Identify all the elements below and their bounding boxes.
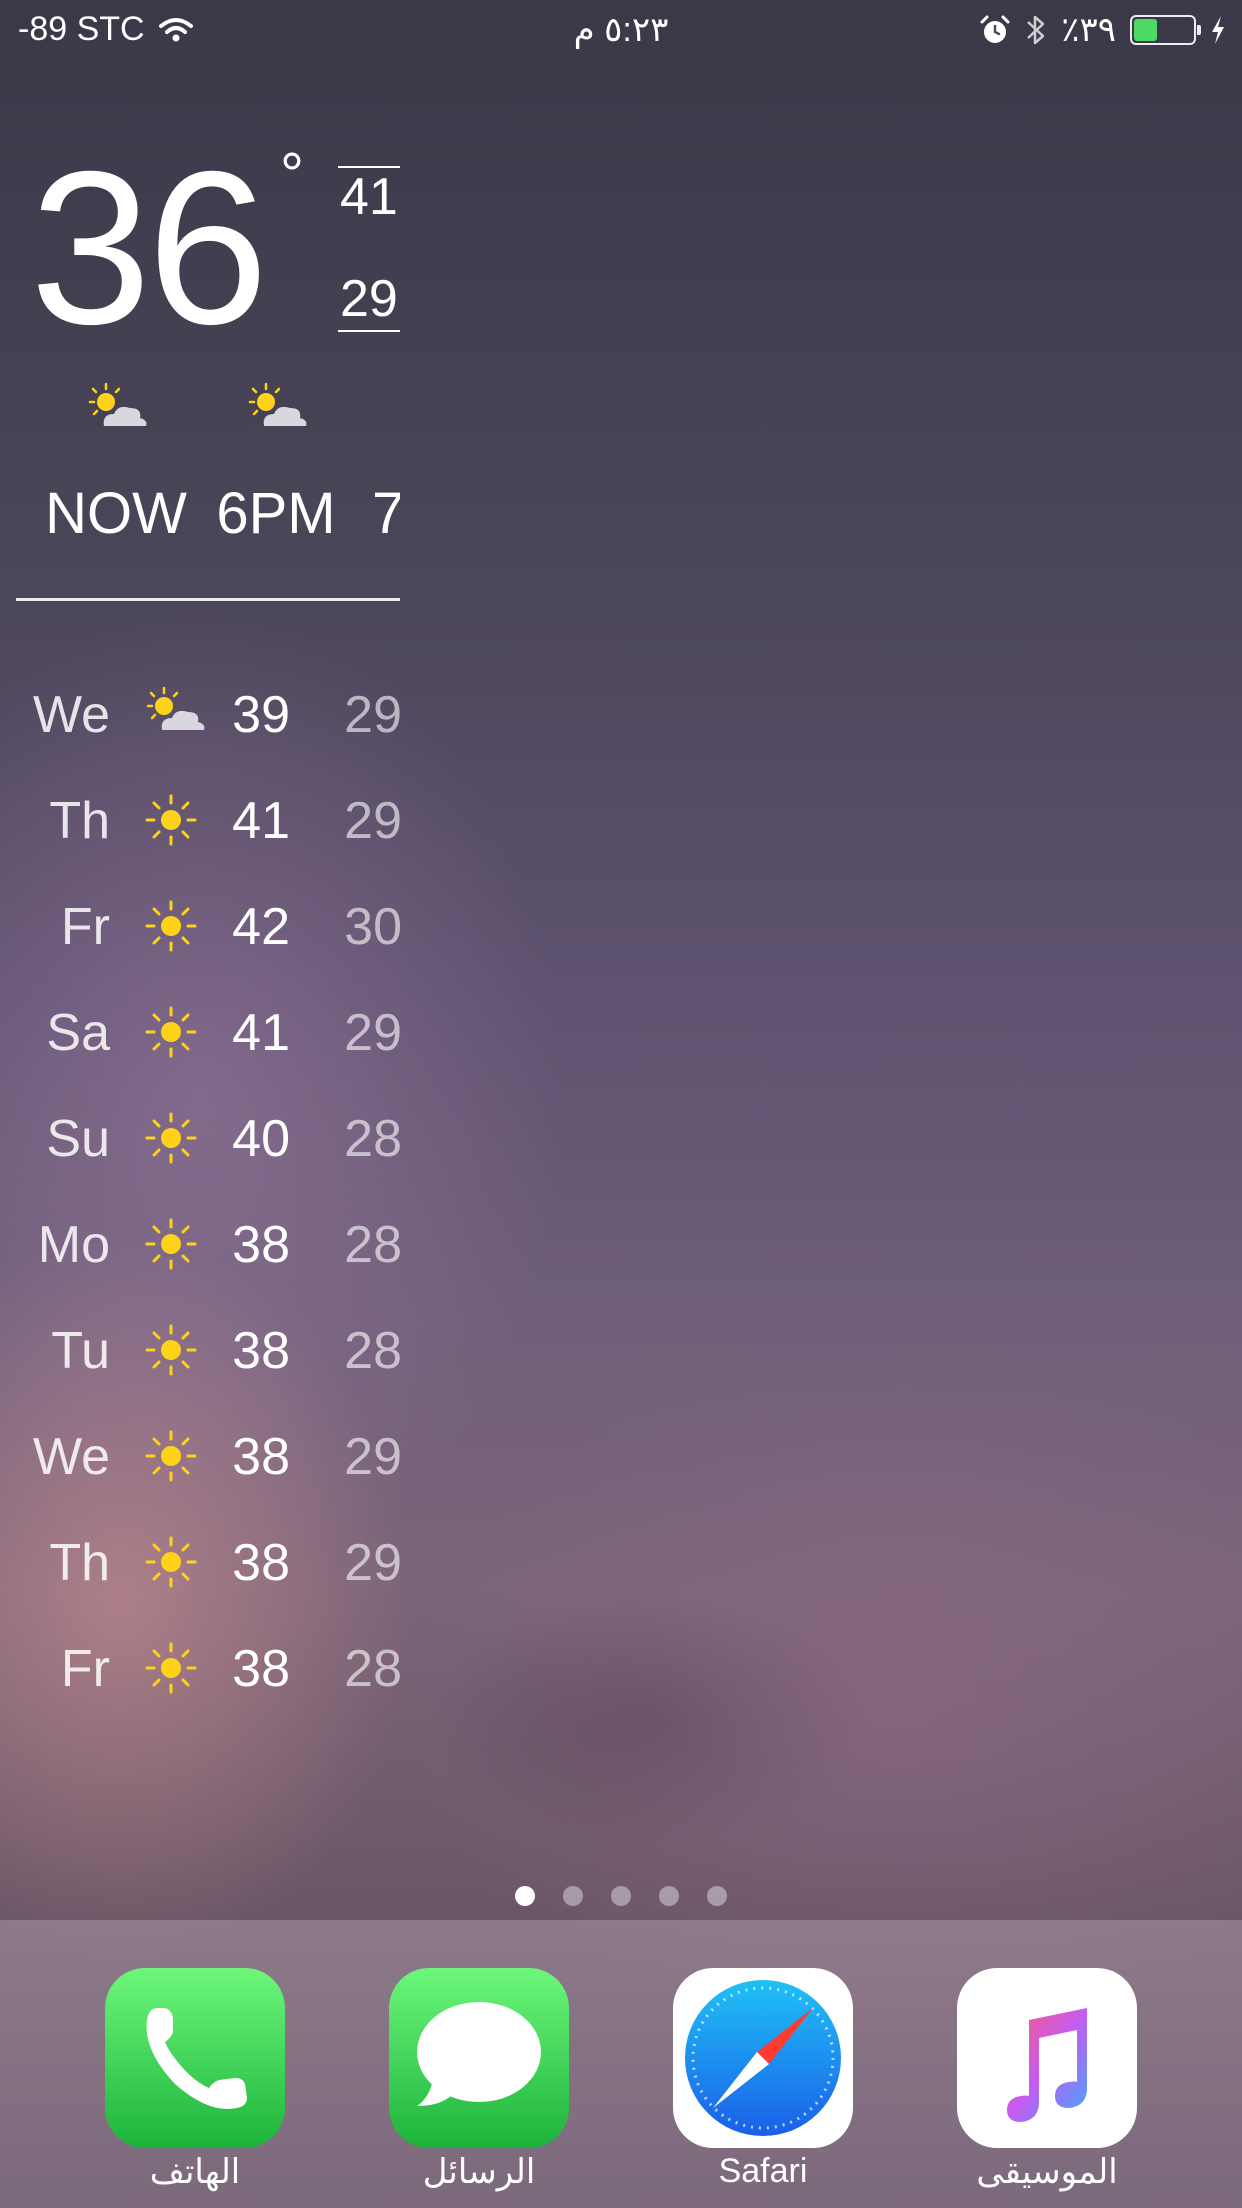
day-low: 29 xyxy=(344,686,402,744)
day-high: 41 xyxy=(232,1004,290,1062)
safari-icon xyxy=(685,1980,841,2136)
sun-icon xyxy=(145,1536,197,1588)
safari-tile[interactable] xyxy=(673,1968,853,2148)
day-label: Mo xyxy=(37,1216,110,1274)
page-dot[interactable] xyxy=(563,1886,583,1906)
day-high: 38 xyxy=(232,1640,290,1698)
day-low: 30 xyxy=(344,898,402,956)
music-app[interactable]: الموسيقى xyxy=(957,1968,1137,2194)
day-high: 38 xyxy=(232,1534,290,1592)
page-indicator[interactable] xyxy=(0,1886,1242,1906)
app-label: الهاتف xyxy=(149,2153,241,2191)
day-low: 29 xyxy=(344,1428,402,1486)
sun-icon xyxy=(145,1642,197,1694)
music-icon xyxy=(1007,2008,1087,2122)
phone-app[interactable]: الهاتف xyxy=(105,1968,285,2194)
hourly-forecast[interactable]: NOW 6PM 7 xyxy=(16,380,400,580)
current-temperature: 36 xyxy=(30,127,268,370)
day-label: Th xyxy=(49,792,110,850)
daily-forecast-row: Mo 38 28 xyxy=(16,1192,402,1298)
sun-icon xyxy=(145,1218,197,1270)
daily-forecast-row: Th 38 29 xyxy=(16,1510,402,1616)
day-low: 29 xyxy=(344,1534,402,1592)
day-low: 29 xyxy=(344,792,402,850)
sun-icon xyxy=(145,1324,197,1376)
day-low: 28 xyxy=(344,1216,402,1274)
messages-app[interactable]: الرسائل xyxy=(389,1968,569,2194)
phone-tile[interactable] xyxy=(105,1968,285,2148)
dock: الهاتف الرسائل Safari الموسيقى xyxy=(0,1920,1242,2208)
daily-forecast-row: Fr 38 28 xyxy=(16,1616,402,1722)
page-dot[interactable] xyxy=(515,1886,535,1906)
day-low: 28 xyxy=(344,1110,402,1168)
partly-cloudy-icon xyxy=(88,382,147,426)
daily-forecast-row: Sa 41 29 xyxy=(16,980,402,1086)
music-tile[interactable] xyxy=(957,1968,1137,2148)
battery-percent: ٪٣٩ xyxy=(1061,11,1116,49)
divider xyxy=(16,598,400,601)
high-temperature: 41 xyxy=(338,166,400,226)
sun-icon xyxy=(145,1112,197,1164)
sun-icon xyxy=(145,1430,197,1482)
partly-cloudy-icon xyxy=(248,382,307,426)
day-high: 40 xyxy=(232,1110,290,1168)
page-dot[interactable] xyxy=(611,1886,631,1906)
daily-forecast-row: Fr 42 30 xyxy=(16,874,402,980)
daily-forecast-row: We 38 29 xyxy=(16,1404,402,1510)
day-high: 38 xyxy=(232,1428,290,1486)
hourly-label: 7 xyxy=(372,481,400,546)
day-low: 28 xyxy=(344,1640,402,1698)
phone-icon xyxy=(146,2008,247,2109)
day-label: Fr xyxy=(60,1640,110,1698)
safari-app[interactable]: Safari xyxy=(673,1968,853,2194)
bluetooth-icon xyxy=(1027,15,1045,45)
status-right: ٪٣٩ xyxy=(979,10,1226,50)
daily-forecast-row: Th 41 29 xyxy=(16,768,402,874)
sun-icon xyxy=(145,1006,197,1058)
day-label: Su xyxy=(46,1110,110,1168)
partly-cloudy-icon xyxy=(146,686,205,730)
app-label: الموسيقى xyxy=(976,2153,1118,2191)
day-high: 42 xyxy=(232,898,290,956)
page-dot[interactable] xyxy=(659,1886,679,1906)
battery-icon xyxy=(1130,15,1201,45)
day-label: Sa xyxy=(46,1004,110,1062)
day-label: Th xyxy=(49,1534,110,1592)
messages-icon xyxy=(417,2002,541,2106)
day-high: 39 xyxy=(232,686,290,744)
day-low: 29 xyxy=(344,1004,402,1062)
low-temperature: 29 xyxy=(338,270,400,332)
degree-symbol: ° xyxy=(280,141,304,208)
day-label: We xyxy=(32,686,110,744)
page-dot[interactable] xyxy=(707,1886,727,1906)
messages-tile[interactable] xyxy=(389,1968,569,2148)
sun-icon xyxy=(145,900,197,952)
charging-icon xyxy=(1212,16,1224,44)
app-label: الرسائل xyxy=(422,2153,536,2191)
sun-icon xyxy=(145,794,197,846)
day-high: 41 xyxy=(232,792,290,850)
daily-forecast-row: We 39 29 xyxy=(16,662,402,768)
daily-forecast-row: Tu 38 28 xyxy=(16,1298,402,1404)
day-label: Fr xyxy=(60,898,110,956)
daily-forecast-row: Su 40 28 xyxy=(16,1086,402,1192)
day-high: 38 xyxy=(232,1216,290,1274)
hourly-label: 6PM xyxy=(216,481,336,546)
day-label: We xyxy=(32,1428,110,1486)
day-label: Tu xyxy=(51,1322,110,1380)
status-bar: -89 STC ٥:٢٣ م ٪٣٩ xyxy=(0,0,1242,62)
app-label: Safari xyxy=(718,2152,808,2190)
hourly-label: NOW xyxy=(45,481,187,546)
alarm-icon xyxy=(980,15,1010,43)
day-high: 38 xyxy=(232,1322,290,1380)
day-low: 28 xyxy=(344,1322,402,1380)
